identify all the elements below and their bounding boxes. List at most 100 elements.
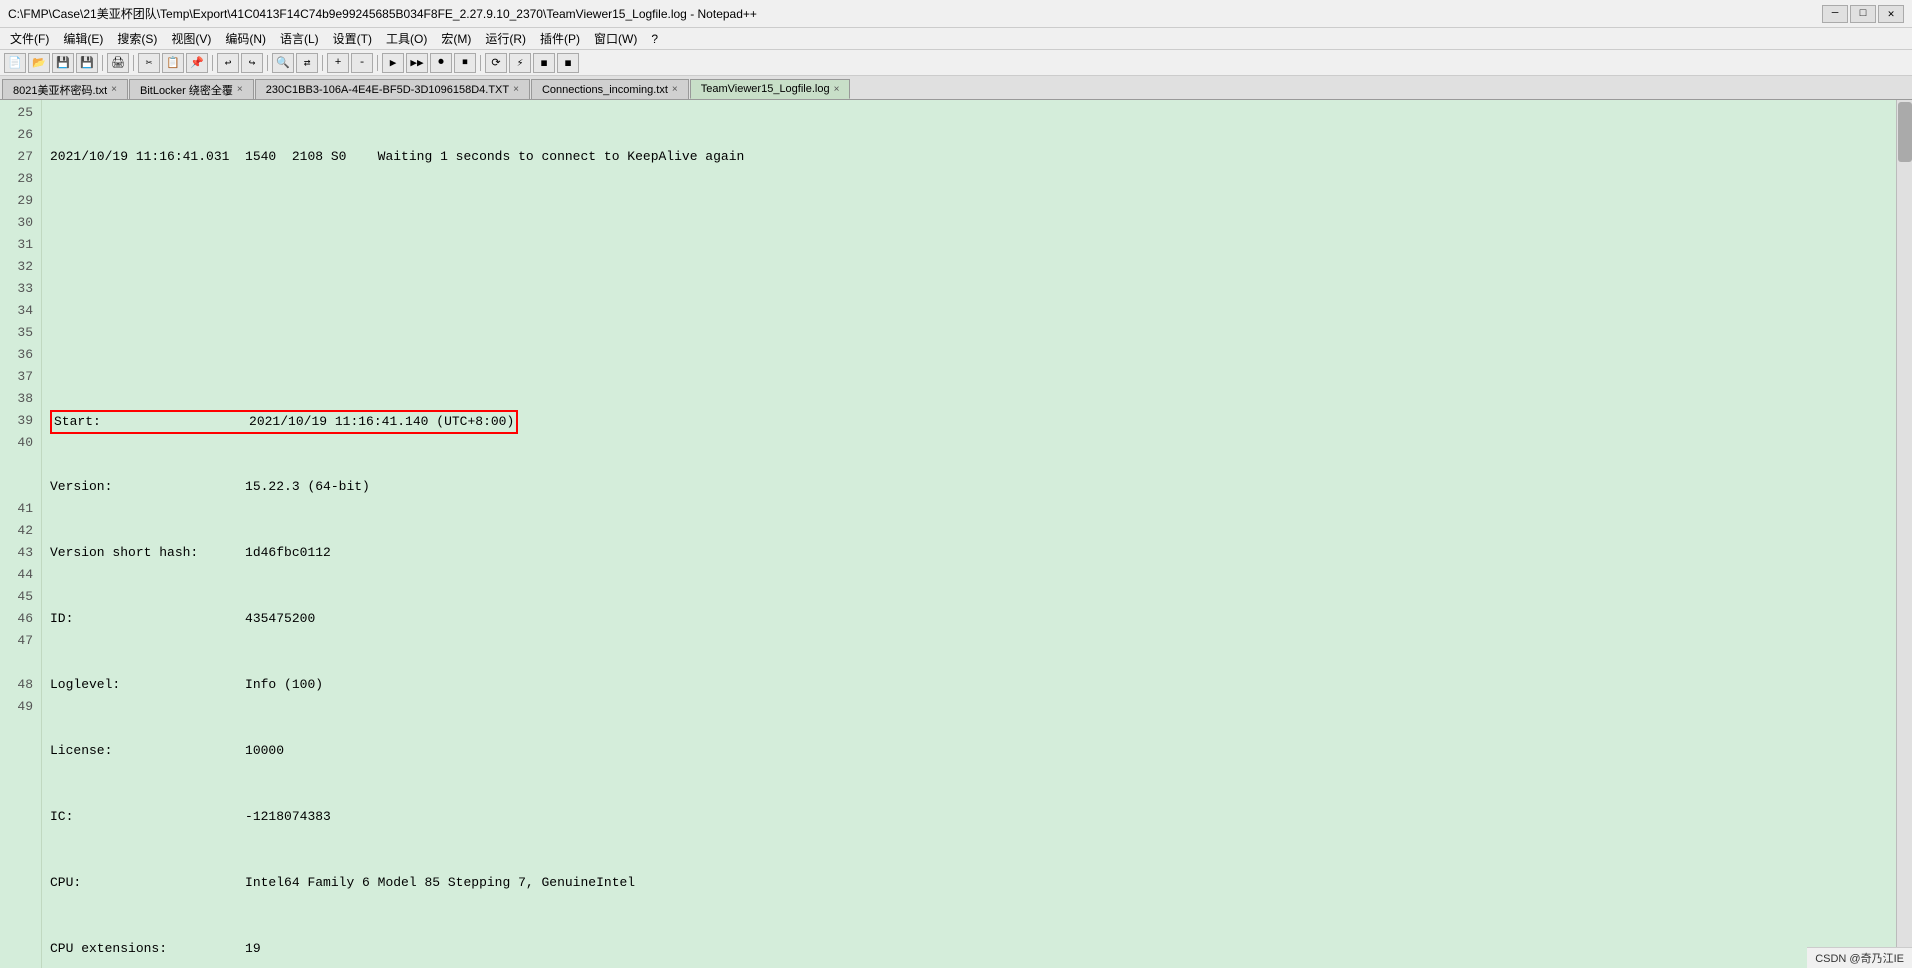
menu-settings[interactable]: 设置(T)	[327, 28, 378, 49]
toolbar-new[interactable]: 📄	[4, 53, 26, 73]
toolbar-extra3[interactable]: ◼	[557, 53, 579, 73]
code-line-33: Loglevel: Info (100)	[50, 674, 1888, 696]
code-line-32: ID: 435475200	[50, 608, 1888, 630]
line-num-37: 37	[0, 366, 33, 388]
menu-window[interactable]: 窗口(W)	[588, 28, 643, 49]
tab-file2-label: BitLocker 绕密全覆	[140, 82, 233, 98]
toolbar-extra2[interactable]: ◼	[533, 53, 555, 73]
code-content[interactable]: 2021/10/19 11:16:41.031 1540 2108 S0 Wai…	[42, 100, 1896, 968]
close-button[interactable]: ✕	[1878, 5, 1904, 23]
menu-tools[interactable]: 工具(O)	[380, 28, 433, 49]
line-num-32: 32	[0, 256, 33, 278]
sep5	[322, 55, 323, 71]
toolbar-macro3[interactable]: ⏺	[430, 53, 452, 73]
code-line-34: License: 10000	[50, 740, 1888, 762]
code-line-35: IC: -1218074383	[50, 806, 1888, 828]
menu-edit[interactable]: 编辑(E)	[57, 28, 109, 49]
line-num-44: 44	[0, 564, 33, 586]
content-area: 25 26 27 28 29 30 31 32 33 34 35 36 37 3…	[0, 100, 1912, 968]
line-num-49: 49	[0, 696, 33, 718]
toolbar-open[interactable]: 📂	[28, 53, 50, 73]
title-text: C:\FMP\Case\21美亚杯团队\Temp\Export\41C0413F…	[8, 5, 757, 22]
line-num-46: 46	[0, 608, 33, 630]
menu-plugins[interactable]: 插件(P)	[534, 28, 586, 49]
line-num-42: 42	[0, 520, 33, 542]
tab-file5[interactable]: TeamViewer15_Logfile.log ×	[690, 79, 851, 99]
menu-lang[interactable]: 语言(L)	[274, 28, 325, 49]
highlight-box-29: Start: 2021/10/19 11:16:41.140 (UTC+8:00…	[50, 410, 518, 434]
menu-macro[interactable]: 宏(M)	[435, 28, 477, 49]
toolbar-saveall[interactable]: 💾	[76, 53, 98, 73]
sep2	[133, 55, 134, 71]
line-num-28: 28	[0, 168, 33, 190]
tab-file2[interactable]: BitLocker 绕密全覆 ×	[129, 79, 254, 99]
line-num-30: 30	[0, 212, 33, 234]
toolbar-undo[interactable]: ↩	[217, 53, 239, 73]
tab-file3-label: 230C1BB3-106A-4E4E-BF5D-3D1096158D4.TXT	[266, 84, 509, 96]
scrollbar-thumb[interactable]	[1898, 102, 1912, 162]
toolbar-macro2[interactable]: ▶▶	[406, 53, 428, 73]
menu-search[interactable]: 搜索(S)	[111, 28, 163, 49]
code-line-31: Version short hash: 1d46fbc0112	[50, 542, 1888, 564]
line-num-45: 45	[0, 586, 33, 608]
sep4	[267, 55, 268, 71]
tab-file1-close[interactable]: ×	[111, 84, 117, 95]
code-line-26	[50, 212, 1888, 234]
code-line-37: CPU extensions: 19	[50, 938, 1888, 960]
menu-file[interactable]: 文件(F)	[4, 28, 55, 49]
toolbar-macro1[interactable]: ▶	[382, 53, 404, 73]
line-num-34: 34	[0, 300, 33, 322]
menu-help[interactable]: ?	[645, 30, 664, 48]
line-num-47b	[0, 652, 33, 674]
toolbar-copy[interactable]: 📋	[162, 53, 184, 73]
menu-encode[interactable]: 编码(N)	[219, 28, 272, 49]
maximize-button[interactable]: □	[1850, 5, 1876, 23]
tab-file3[interactable]: 230C1BB3-106A-4E4E-BF5D-3D1096158D4.TXT …	[255, 79, 530, 99]
toolbar-replace[interactable]: ⇄	[296, 53, 318, 73]
toolbar-save[interactable]: 💾	[52, 53, 74, 73]
menu-view[interactable]: 视图(V)	[165, 28, 217, 49]
code-line-30: Version: 15.22.3 (64-bit)	[50, 476, 1888, 498]
line-num-26: 26	[0, 124, 33, 146]
tab-bar: 8021美亚杯密码.txt × BitLocker 绕密全覆 × 230C1BB…	[0, 76, 1912, 100]
scrollbar[interactable]	[1896, 100, 1912, 968]
code-line-27	[50, 278, 1888, 300]
toolbar-redo[interactable]: ↪	[241, 53, 263, 73]
tab-file1[interactable]: 8021美亚杯密码.txt ×	[2, 79, 128, 99]
toolbar: 📄 📂 💾 💾 🖨 ✂ 📋 📌 ↩ ↪ 🔍 ⇄ + - ▶ ▶▶ ⏺ ⏹ ⟳ ⚡…	[0, 50, 1912, 76]
menu-run[interactable]: 运行(R)	[479, 28, 532, 49]
title-bar: C:\FMP\Case\21美亚杯团队\Temp\Export\41C0413F…	[0, 0, 1912, 28]
line-num-35: 35	[0, 322, 33, 344]
line-num-25: 25	[0, 102, 33, 124]
toolbar-zoom-out[interactable]: -	[351, 53, 373, 73]
toolbar-cut[interactable]: ✂	[138, 53, 160, 73]
status-bar: CSDN @奇乃江IE	[1807, 947, 1912, 968]
code-line-36: CPU: Intel64 Family 6 Model 85 Stepping …	[50, 872, 1888, 894]
toolbar-print[interactable]: 🖨	[107, 53, 129, 73]
tab-file5-close[interactable]: ×	[834, 84, 840, 95]
line-num-33: 33	[0, 278, 33, 300]
tab-file4[interactable]: Connections_incoming.txt ×	[531, 79, 689, 99]
minimize-button[interactable]: ─	[1822, 5, 1848, 23]
sep3	[212, 55, 213, 71]
toolbar-find[interactable]: 🔍	[272, 53, 294, 73]
line-num-48: 48	[0, 674, 33, 696]
line-num-41: 41	[0, 498, 33, 520]
toolbar-paste[interactable]: 📌	[186, 53, 208, 73]
tab-file3-close[interactable]: ×	[513, 84, 519, 95]
tab-file1-label: 8021美亚杯密码.txt	[13, 82, 107, 98]
line-numbers: 25 26 27 28 29 30 31 32 33 34 35 36 37 3…	[0, 100, 42, 968]
code-line-25: 2021/10/19 11:16:41.031 1540 2108 S0 Wai…	[50, 146, 1888, 168]
status-text: CSDN @奇乃江IE	[1815, 953, 1904, 965]
tab-file2-close[interactable]: ×	[237, 84, 243, 95]
tab-file4-close[interactable]: ×	[672, 84, 678, 95]
toolbar-extra1[interactable]: ⚡	[509, 53, 531, 73]
toolbar-sync[interactable]: ⟳	[485, 53, 507, 73]
sep7	[480, 55, 481, 71]
toolbar-macro4[interactable]: ⏹	[454, 53, 476, 73]
toolbar-zoom-in[interactable]: +	[327, 53, 349, 73]
line-num-47: 47	[0, 630, 33, 652]
line-num-36: 36	[0, 344, 33, 366]
line-num-31: 31	[0, 234, 33, 256]
line-num-39: 39	[0, 410, 33, 432]
